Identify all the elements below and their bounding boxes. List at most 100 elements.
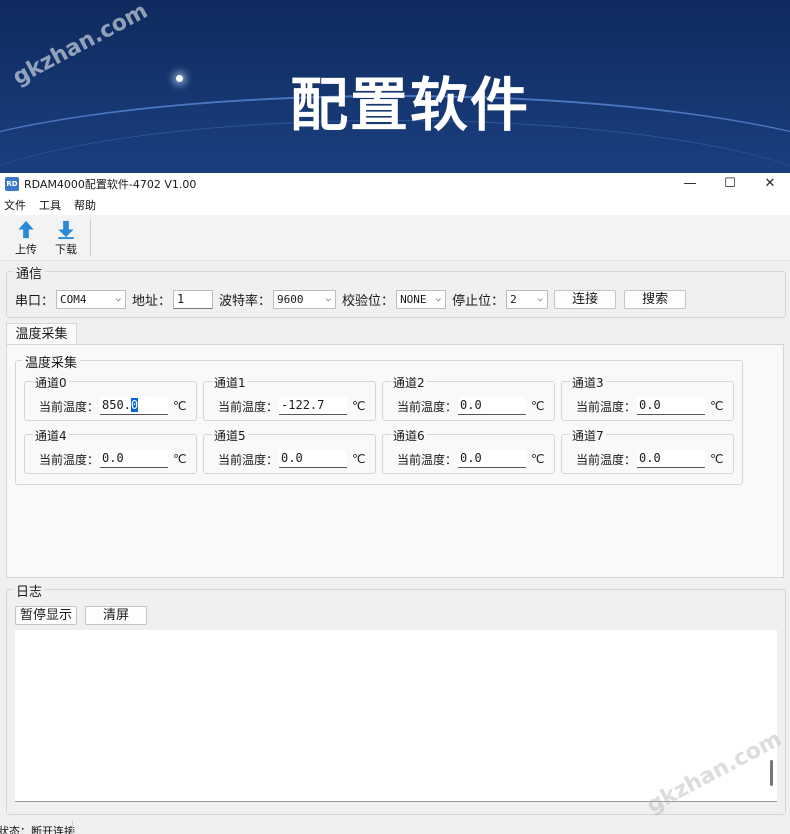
temperature-field[interactable]: 0.0 <box>279 450 348 468</box>
banner: gkzhan.com 配置软件 <box>0 0 790 173</box>
status-divider <box>72 821 73 834</box>
parity-value: NONE <box>400 293 427 306</box>
status-bar: 状态：断开连接 <box>0 821 790 834</box>
channel-box: 通道6 当前温度： 0.0 ℃ <box>382 427 555 474</box>
address-input[interactable]: 1 <box>173 290 214 309</box>
menu-tools[interactable]: 工具 <box>39 197 61 213</box>
chevron-down-icon: ⌵ <box>537 294 544 304</box>
channel-title: 通道3 <box>570 374 606 391</box>
menu-help[interactable]: 帮助 <box>74 197 96 213</box>
channel-box: 通道3 当前温度： 0.0 ℃ <box>561 374 734 421</box>
celsius-unit: ℃ <box>710 452 724 466</box>
connect-button[interactable]: 连接 <box>554 290 617 309</box>
window-title: RDAM4000配置软件-4702 V1.00 <box>24 178 197 191</box>
temperature-value: 0.0 <box>639 451 661 465</box>
port-value: COM4 <box>60 293 87 306</box>
status-text: 状态：断开连接 <box>0 825 75 834</box>
pause-display-button[interactable]: 暂停显示 <box>15 606 77 625</box>
log-scrollbar[interactable] <box>770 760 773 786</box>
download-button[interactable]: 下载 <box>48 215 84 257</box>
arrow-down-icon <box>58 220 74 240</box>
port-select[interactable]: COM4 ⌵ <box>56 290 127 309</box>
channel-title: 通道5 <box>212 427 248 444</box>
celsius-unit: ℃ <box>531 399 545 413</box>
temperature-field[interactable]: 0.0 <box>637 397 706 415</box>
search-button[interactable]: 搜索 <box>624 290 687 309</box>
channel-title: 通道1 <box>212 374 248 391</box>
channel-box: 通道5 当前温度： 0.0 ℃ <box>203 427 376 474</box>
minimize-button[interactable]: — <box>670 173 710 195</box>
current-temp-label: 当前温度： <box>39 452 100 467</box>
log-group-title: 日志 <box>13 581 46 600</box>
menu-file[interactable]: 文件 <box>4 197 26 213</box>
title-bar: RD RDAM4000配置软件-4702 V1.00 — ☐ ✕ <box>0 173 790 195</box>
log-buttons: 暂停显示 清屏 <box>15 606 147 625</box>
current-temp-label: 当前温度： <box>397 399 458 414</box>
app-window: RD RDAM4000配置软件-4702 V1.00 — ☐ ✕ 文件 工具 帮… <box>0 173 790 834</box>
app-icon: RD <box>5 177 19 191</box>
parity-select[interactable]: NONE ⌵ <box>396 290 447 309</box>
temperature-value: 0.0 <box>460 398 482 412</box>
channel-title: 通道6 <box>391 427 427 444</box>
stopbit-label: 停止位： <box>452 294 505 309</box>
temperature-field[interactable]: 850.0 <box>100 397 169 415</box>
channel-row: 当前温度： 0.0 ℃ <box>397 397 545 415</box>
temperature-field[interactable]: 0.0 <box>637 450 706 468</box>
celsius-unit: ℃ <box>710 399 724 413</box>
temperature-value: 0.0 <box>639 398 661 412</box>
temperature-value: 850. <box>102 398 131 412</box>
chevron-down-icon: ⌵ <box>435 294 442 304</box>
temperature-field[interactable]: -122.7 <box>279 397 348 415</box>
current-temp-label: 当前温度： <box>39 399 100 414</box>
comm-row: 串口： COM4 ⌵ 地址： 1 波特率： 9600 ⌵ 校验位： NONE ⌵… <box>15 290 687 309</box>
celsius-unit: ℃ <box>352 452 366 466</box>
download-label: 下载 <box>55 243 77 256</box>
temperature-field[interactable]: 0.0 <box>458 397 527 415</box>
tab-temperature[interactable]: 温度采集 <box>6 323 77 345</box>
channel-row: 当前温度： 0.0 ℃ <box>39 450 187 468</box>
current-temp-label: 当前温度： <box>576 399 637 414</box>
clear-screen-button[interactable]: 清屏 <box>85 606 147 625</box>
baud-select[interactable]: 9600 ⌵ <box>273 290 337 309</box>
toolbar-divider <box>90 219 91 257</box>
channel-row: 当前温度： -122.7 ℃ <box>218 397 366 415</box>
maximize-button[interactable]: ☐ <box>710 173 750 195</box>
channel-box: 通道4 当前温度： 0.0 ℃ <box>24 427 197 474</box>
upload-button[interactable]: 上传 <box>8 215 44 257</box>
temperature-value: 0.0 <box>281 451 303 465</box>
temperature-field[interactable]: 0.0 <box>458 450 527 468</box>
baud-label: 波特率： <box>219 294 272 309</box>
close-button[interactable]: ✕ <box>750 173 790 195</box>
temperature-value: 0.0 <box>102 451 124 465</box>
channel-title: 通道4 <box>33 427 69 444</box>
port-label: 串口： <box>15 294 55 309</box>
channel-row: 当前温度： 0.0 ℃ <box>397 450 545 468</box>
channel-title: 通道2 <box>391 374 427 391</box>
celsius-unit: ℃ <box>173 399 187 413</box>
baud-value: 9600 <box>277 293 304 306</box>
temperature-group: 温度采集 通道0 当前温度： 850.0 ℃ 通道1 当前温度： -122.7 … <box>15 352 743 485</box>
comm-group-title: 通信 <box>13 263 46 282</box>
stopbit-value: 2 <box>510 293 517 306</box>
chevron-down-icon: ⌵ <box>325 294 332 304</box>
log-textarea[interactable] <box>15 630 777 802</box>
toolbar: 上传 下载 <box>0 215 790 261</box>
channel-box: 通道2 当前温度： 0.0 ℃ <box>382 374 555 421</box>
address-label: 地址： <box>132 294 172 309</box>
channel-row: 当前温度： 0.0 ℃ <box>576 450 724 468</box>
temperature-group-title: 温度采集 <box>22 352 81 371</box>
channel-row: 当前温度： 0.0 ℃ <box>576 397 724 415</box>
celsius-unit: ℃ <box>173 452 187 466</box>
stopbit-select[interactable]: 2 ⌵ <box>506 290 549 309</box>
temperature-value: -122.7 <box>281 398 325 412</box>
celsius-unit: ℃ <box>352 399 366 413</box>
upload-label: 上传 <box>15 243 37 256</box>
temperature-field[interactable]: 0.0 <box>100 450 169 468</box>
arrow-up-icon <box>18 220 34 239</box>
banner-title: 配置软件 <box>289 71 530 139</box>
celsius-unit: ℃ <box>531 452 545 466</box>
channel-title: 通道0 <box>33 374 69 391</box>
current-temp-label: 当前温度： <box>218 399 279 414</box>
temperature-value: 0.0 <box>460 451 482 465</box>
current-temp-label: 当前温度： <box>576 452 637 467</box>
